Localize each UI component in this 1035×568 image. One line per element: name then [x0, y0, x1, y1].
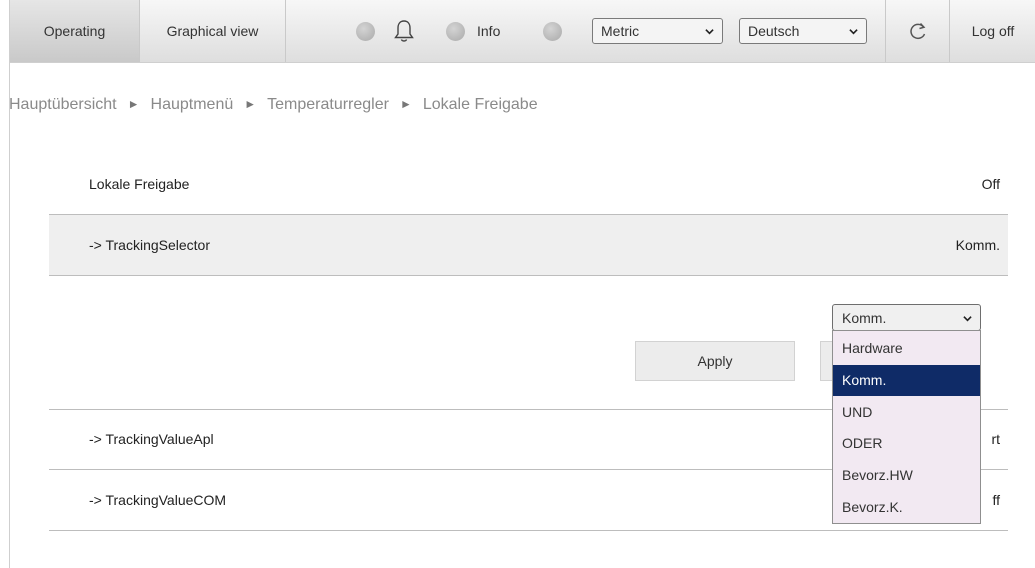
- apply-button[interactable]: Apply: [635, 341, 795, 381]
- parameter-row-lokale-freigabe: Lokale Freigabe Off: [49, 154, 1008, 215]
- dropdown-selected-value: Komm.: [842, 310, 887, 326]
- dropdown-option[interactable]: Bevorz.K.: [833, 492, 980, 523]
- breadcrumb-separator: ►: [127, 97, 140, 111]
- chevron-down-icon: [963, 316, 972, 322]
- units-select[interactable]: Metric: [592, 18, 723, 44]
- dropdown-option[interactable]: Bevorz.HW: [833, 460, 980, 491]
- tab-operating[interactable]: Operating: [10, 0, 140, 62]
- breadcrumb: Hauptübersicht ► Hauptmenü ► Temperaturregle…: [9, 96, 538, 114]
- breadcrumb-separator: ►: [399, 97, 412, 111]
- breadcrumb-item-current: Lokale Freigabe: [422, 96, 538, 113]
- breadcrumb-separator: ►: [244, 97, 257, 111]
- row-value: Off: [981, 176, 1000, 192]
- language-select-value: Deutsch: [748, 23, 800, 39]
- chevron-down-icon: [705, 29, 714, 35]
- breadcrumb-item[interactable]: Hauptübersicht: [9, 96, 117, 113]
- row-label: -> TrackingSelector: [89, 237, 210, 253]
- info-led-icon: [446, 22, 465, 41]
- units-select-value: Metric: [601, 23, 640, 39]
- language-select[interactable]: Deutsch: [739, 18, 867, 44]
- reload-button[interactable]: [885, 0, 950, 62]
- breadcrumb-item[interactable]: Temperaturregler: [267, 96, 389, 113]
- reload-icon: [909, 22, 925, 40]
- row-value: ff: [992, 492, 1000, 508]
- row-label: -> TrackingValueCOM: [89, 492, 227, 508]
- status-led-icon: [543, 22, 562, 41]
- row-label: Lokale Freigabe: [89, 176, 190, 192]
- info-label[interactable]: Info: [477, 23, 500, 39]
- top-toolbar: Operating Graphical view Info Metric Deu…: [10, 0, 1035, 63]
- tab-graphical-view[interactable]: Graphical view: [140, 0, 286, 62]
- row-label: -> TrackingValueApl: [89, 431, 214, 447]
- dropdown-option[interactable]: ODER: [833, 428, 980, 459]
- bell-icon[interactable]: [394, 19, 414, 43]
- logoff-button[interactable]: Log off: [950, 0, 1035, 62]
- row-value: Komm.: [955, 237, 1000, 253]
- dropdown-options-list: Hardware Komm. UND ODER Bevorz.HW Bevorz…: [832, 330, 981, 524]
- breadcrumb-item[interactable]: Hauptmenü: [151, 96, 234, 113]
- dropdown-option-selected[interactable]: Komm.: [833, 365, 980, 396]
- parameter-row-tracking-selector[interactable]: -> TrackingSelector Komm.: [49, 215, 1008, 276]
- chevron-down-icon: [849, 29, 858, 35]
- row-value: rt: [991, 431, 1000, 447]
- page-frame: Operating Graphical view Info Metric Deu…: [9, 0, 1035, 568]
- dropdown-option[interactable]: Hardware: [833, 333, 980, 364]
- tracking-selector-dropdown[interactable]: Komm.: [832, 304, 981, 331]
- dropdown-option[interactable]: UND: [833, 397, 980, 428]
- status-led-icon: [356, 22, 375, 41]
